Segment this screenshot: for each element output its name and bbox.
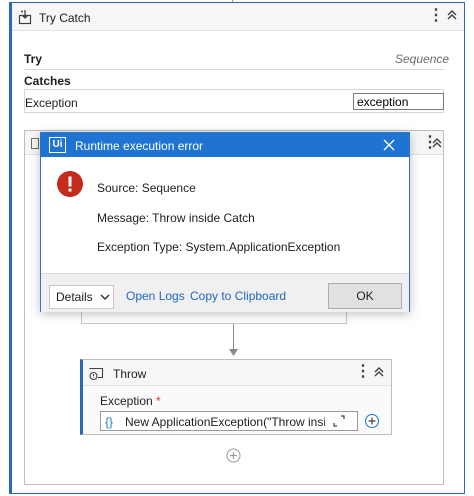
runtime-error-dialog[interactable]: Ui Runtime execution error Source: Seque…	[40, 132, 410, 312]
error-exception-type: Exception Type: System.ApplicationExcept…	[97, 240, 341, 254]
throw-icon	[88, 365, 104, 381]
open-logs-link[interactable]: Open Logs	[126, 289, 185, 303]
throw-header: Throw ⋮	[83, 360, 391, 386]
expand-editor-icon[interactable]	[333, 415, 345, 427]
throw-activity[interactable]: Throw ⋮ Exception * {} New ApplicationEx…	[80, 359, 392, 435]
add-activity-icon[interactable]	[226, 448, 241, 463]
details-dropdown[interactable]: Details	[49, 285, 114, 309]
throw-title: Throw	[113, 367, 147, 381]
more-options-icon[interactable]: ⋮	[428, 8, 444, 24]
dialog-title: Runtime execution error	[75, 139, 204, 153]
divider	[24, 69, 444, 70]
catch-exception-label: Exception	[25, 96, 78, 110]
try-catch-title: Try Catch	[39, 11, 91, 25]
try-type-label: Sequence	[395, 52, 450, 66]
throw-collapse-icon[interactable]	[372, 365, 386, 379]
uipath-app-icon: Ui	[49, 137, 66, 153]
error-icon	[57, 171, 83, 197]
connector-arrow-icon	[229, 349, 238, 356]
collapse-icon[interactable]	[445, 8, 459, 22]
sequence-collapse-icon[interactable]	[430, 136, 444, 150]
try-catch-header: Try Catch ⋮	[12, 3, 464, 31]
details-label: Details	[56, 290, 93, 304]
error-source: Source: Sequence	[97, 181, 196, 195]
expression-braces-icon: {}	[105, 415, 114, 429]
try-label: Try	[24, 52, 43, 66]
copy-to-clipboard-link[interactable]: Copy to Clipboard	[190, 289, 286, 303]
catches-label: Catches	[24, 74, 71, 88]
ok-button[interactable]: OK	[328, 283, 402, 309]
chevron-down-icon	[100, 287, 110, 307]
close-icon[interactable]	[382, 138, 396, 152]
sequence-icon	[31, 138, 39, 149]
try-catch-icon	[17, 9, 33, 25]
connector-line	[233, 324, 234, 352]
exception-expression-field[interactable]: {} New ApplicationException("Throw insid…	[100, 411, 358, 431]
error-message: Message: Throw inside Catch	[97, 211, 255, 225]
add-argument-icon[interactable]	[364, 413, 380, 429]
throw-more-icon[interactable]: ⋮	[355, 364, 371, 380]
exception-variable-input[interactable]	[353, 93, 444, 110]
required-marker: *	[156, 394, 161, 408]
throw-exception-label: Exception *	[100, 394, 161, 408]
throw-exception-text: Exception	[100, 394, 153, 408]
dialog-footer: Details Open Logs Copy to Clipboard OK	[41, 273, 409, 312]
exception-expression-text: New ApplicationException("Throw inside	[125, 415, 325, 429]
dialog-title-bar: Ui Runtime execution error	[41, 133, 409, 157]
